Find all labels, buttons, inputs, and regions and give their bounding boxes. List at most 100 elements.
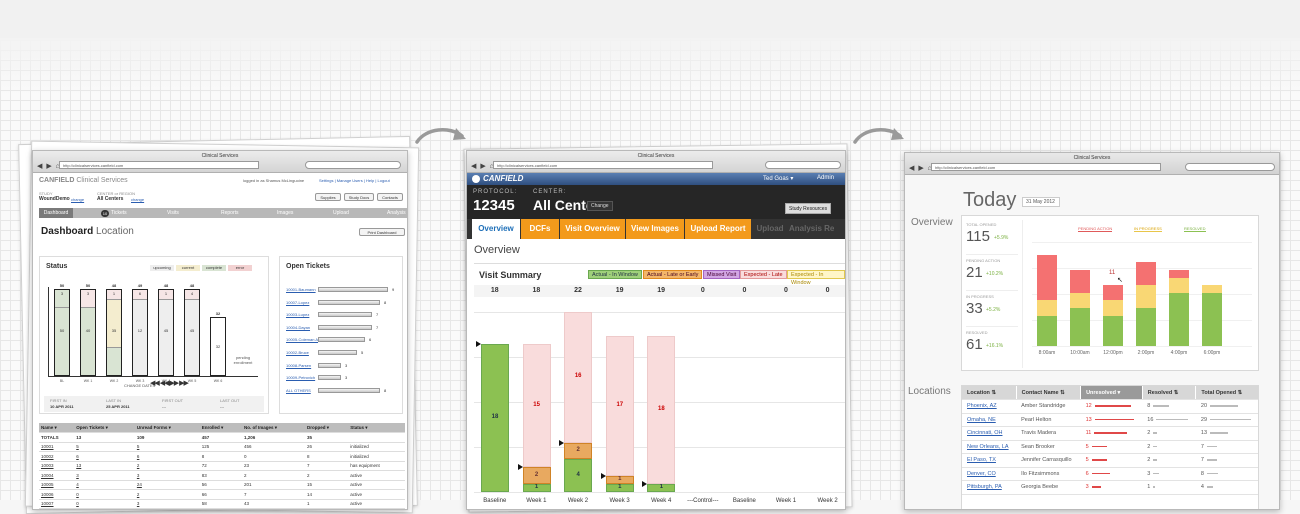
tab-dcfs[interactable]: DCFs (521, 219, 559, 239)
table-cell[interactable]: 6 (134, 451, 200, 462)
ticket-name-link[interactable]: 10001-Baumann (286, 287, 316, 292)
location-link[interactable]: Phoenix, AZ (962, 399, 1017, 414)
location-link[interactable]: Pittsburgh, PA (962, 480, 1017, 495)
row-name-cell[interactable]: 10003 (39, 461, 75, 471)
location-link[interactable]: Denver, CO (962, 467, 1017, 481)
table-header-cell[interactable]: Enrolled ▾ (199, 423, 242, 433)
url-bar[interactable]: http://clinicalservices.canfield.com (931, 163, 1161, 171)
ticket-name-link[interactable]: 10004-Dayan (286, 325, 310, 330)
table-header-cell[interactable]: Unread Forms ▾ (134, 423, 200, 433)
ticket-name-link[interactable]: 10003-Lupez (286, 312, 309, 317)
top-link[interactable]: Help (366, 178, 374, 183)
browser-nav-icons[interactable]: ◀ ▶ ⌂ (37, 162, 61, 170)
change-center-button[interactable]: Change (587, 201, 613, 211)
print-dashboard-button[interactable]: Print Dashboard (359, 228, 405, 236)
search-field[interactable] (765, 161, 841, 169)
table-header-cell[interactable]: Resolved ⇅ (1142, 386, 1197, 400)
top-link[interactable]: Settings (319, 178, 333, 183)
table-header-cell[interactable]: Unresolved ▾ (1080, 386, 1143, 400)
table-row[interactable]: 10006 0 2 66 7 14 active (39, 489, 405, 500)
table-header-cell[interactable]: Status ▾ (348, 423, 405, 433)
table-header-cell[interactable]: Location ⇅ (962, 386, 1017, 400)
tab-analysis[interactable]: Analysis (387, 208, 406, 218)
table-row[interactable]: 10002 6 6 8 0 8 initialized (39, 451, 405, 462)
table-header-cell[interactable]: Open Tickets ▾ (74, 423, 135, 433)
tab-upload[interactable]: Upload (333, 208, 349, 218)
table-cell[interactable]: 4 (74, 480, 135, 490)
browser-nav-icons[interactable]: ◀ ▶ ⌂ (471, 162, 495, 170)
location-row[interactable]: Pittsburgh, PA Georgia Beebe 3 1 4 (962, 480, 1258, 495)
table-header-cell[interactable]: Total Opened ⇅ (1195, 386, 1258, 400)
table-cell[interactable]: 3 (134, 470, 200, 481)
location-row[interactable]: El Paso, TX Jennifer Carrasquillo 5 2 7 (962, 453, 1258, 468)
table-cell[interactable]: 0 (74, 489, 135, 500)
tab-tickets[interactable]: Tickets (111, 208, 127, 218)
ticket-name-link[interactable]: 10002-Bruce (286, 350, 309, 355)
row-name-cell[interactable]: 10007 (39, 499, 75, 509)
table-cell[interactable]: 0 (74, 499, 135, 509)
table-header-cell[interactable]: Name ▾ (39, 423, 75, 433)
tab-analysis[interactable]: Analysis Re (789, 219, 845, 239)
top-link[interactable]: Logout (378, 178, 390, 183)
table-cell[interactable]: 6 (74, 451, 135, 462)
study-resources-button[interactable]: Study Resources (785, 203, 832, 214)
location-link[interactable]: El Paso, TX (962, 453, 1017, 468)
table-row[interactable]: 10005 4 24 56 201 15 active (39, 480, 405, 490)
ticket-name-link[interactable]: 10007-Lopez (286, 300, 309, 305)
location-link[interactable]: Omaha, NE (962, 413, 1017, 427)
table-header-cell[interactable]: Contact Name ⇅ (1016, 386, 1082, 400)
tab-dashboard[interactable]: Dashboard (39, 208, 73, 218)
table-cell[interactable]: 3 (74, 470, 135, 481)
ticket-name-link[interactable]: 10005-Coleman A (286, 337, 318, 342)
search-field[interactable] (305, 161, 401, 169)
ticket-name-link[interactable]: ALL OTHERS (286, 388, 311, 393)
tab-images[interactable]: Images (277, 208, 293, 218)
date-picker[interactable]: 31 May 2012 (1022, 197, 1060, 207)
tab-upload-report[interactable]: Upload Report (685, 219, 751, 239)
tab-upload[interactable]: Upload (752, 219, 788, 239)
row-name-cell[interactable]: 10006 (39, 489, 75, 500)
study-change-link[interactable]: change (71, 197, 84, 202)
table-row[interactable]: 10007 0 3 58 43 1 active (39, 499, 405, 509)
contacts-button[interactable]: Contacts (377, 193, 403, 201)
tab-reports[interactable]: Reports (221, 208, 239, 218)
tab-visits[interactable]: Visits (167, 208, 179, 218)
table-row[interactable]: 10004 3 3 83 2 2 active (39, 470, 405, 481)
tab-overview[interactable]: Overview (472, 219, 520, 239)
url-bar[interactable]: http://clinicalservices.canfield.com (493, 161, 713, 169)
location-row[interactable]: Phoenix, AZ Amber Standridge 12 8 20 (962, 399, 1258, 414)
tab-view-images[interactable]: View Images (626, 219, 684, 239)
top-link[interactable]: Manage Users (337, 178, 363, 183)
table-row[interactable]: 10003 13 2 72 23 7 has equipment (39, 461, 405, 471)
table-cell[interactable]: 2 (134, 461, 200, 471)
location-row[interactable]: Omaha, NE Pearl Helton 13 16 29 (962, 413, 1258, 427)
location-row[interactable]: Denver, CO Ilo Fitzsimmons 6 3 8 (962, 467, 1258, 481)
url-bar[interactable]: http://clinicalservices.canfield.com (59, 161, 259, 169)
row-name-cell[interactable]: 10002 (39, 451, 75, 462)
table-cell[interactable]: 24 (134, 480, 200, 490)
location-link[interactable]: New Orleans, LA (962, 440, 1017, 454)
ticket-name-link[interactable]: 10008-Parsen (286, 363, 311, 368)
tab-visit-overview[interactable]: Visit Overview (560, 219, 625, 239)
row-name-cell[interactable]: 10005 (39, 480, 75, 490)
user-menu[interactable]: Ted Goas ▾ (763, 175, 793, 182)
search-field[interactable] (1185, 163, 1275, 171)
table-cell[interactable]: 13 (74, 461, 135, 471)
row-name-cell[interactable]: 10004 (39, 470, 75, 481)
table-cell[interactable]: 5 (134, 442, 200, 452)
row-name-cell[interactable]: 10001 (39, 442, 75, 452)
table-cell[interactable]: 3 (134, 499, 200, 509)
table-header-cell[interactable]: Dropped ▾ (305, 423, 349, 433)
location-link[interactable]: Cincinnati, OH (962, 426, 1017, 441)
study-docs-button[interactable]: Study Docs (344, 193, 374, 201)
browser-nav-icons[interactable]: ◀ ▶ ⌂ (909, 164, 933, 172)
admin-link[interactable]: Admin (817, 175, 834, 181)
table-cell[interactable]: 5 (74, 442, 135, 452)
location-row[interactable]: Cincinnati, OH Travis Madera 11 2 13 (962, 426, 1258, 441)
center-change-link[interactable]: change (131, 197, 144, 202)
location-row[interactable]: New Orleans, LA Sean Brooker 5 2 7 (962, 440, 1258, 454)
table-row[interactable]: 10001 5 5 125 456 26 initialized (39, 442, 405, 452)
table-cell[interactable]: 2 (134, 489, 200, 500)
supplies-button[interactable]: Supplies (315, 193, 341, 201)
ticket-name-link[interactable]: 10009-Petrovich (286, 375, 315, 380)
